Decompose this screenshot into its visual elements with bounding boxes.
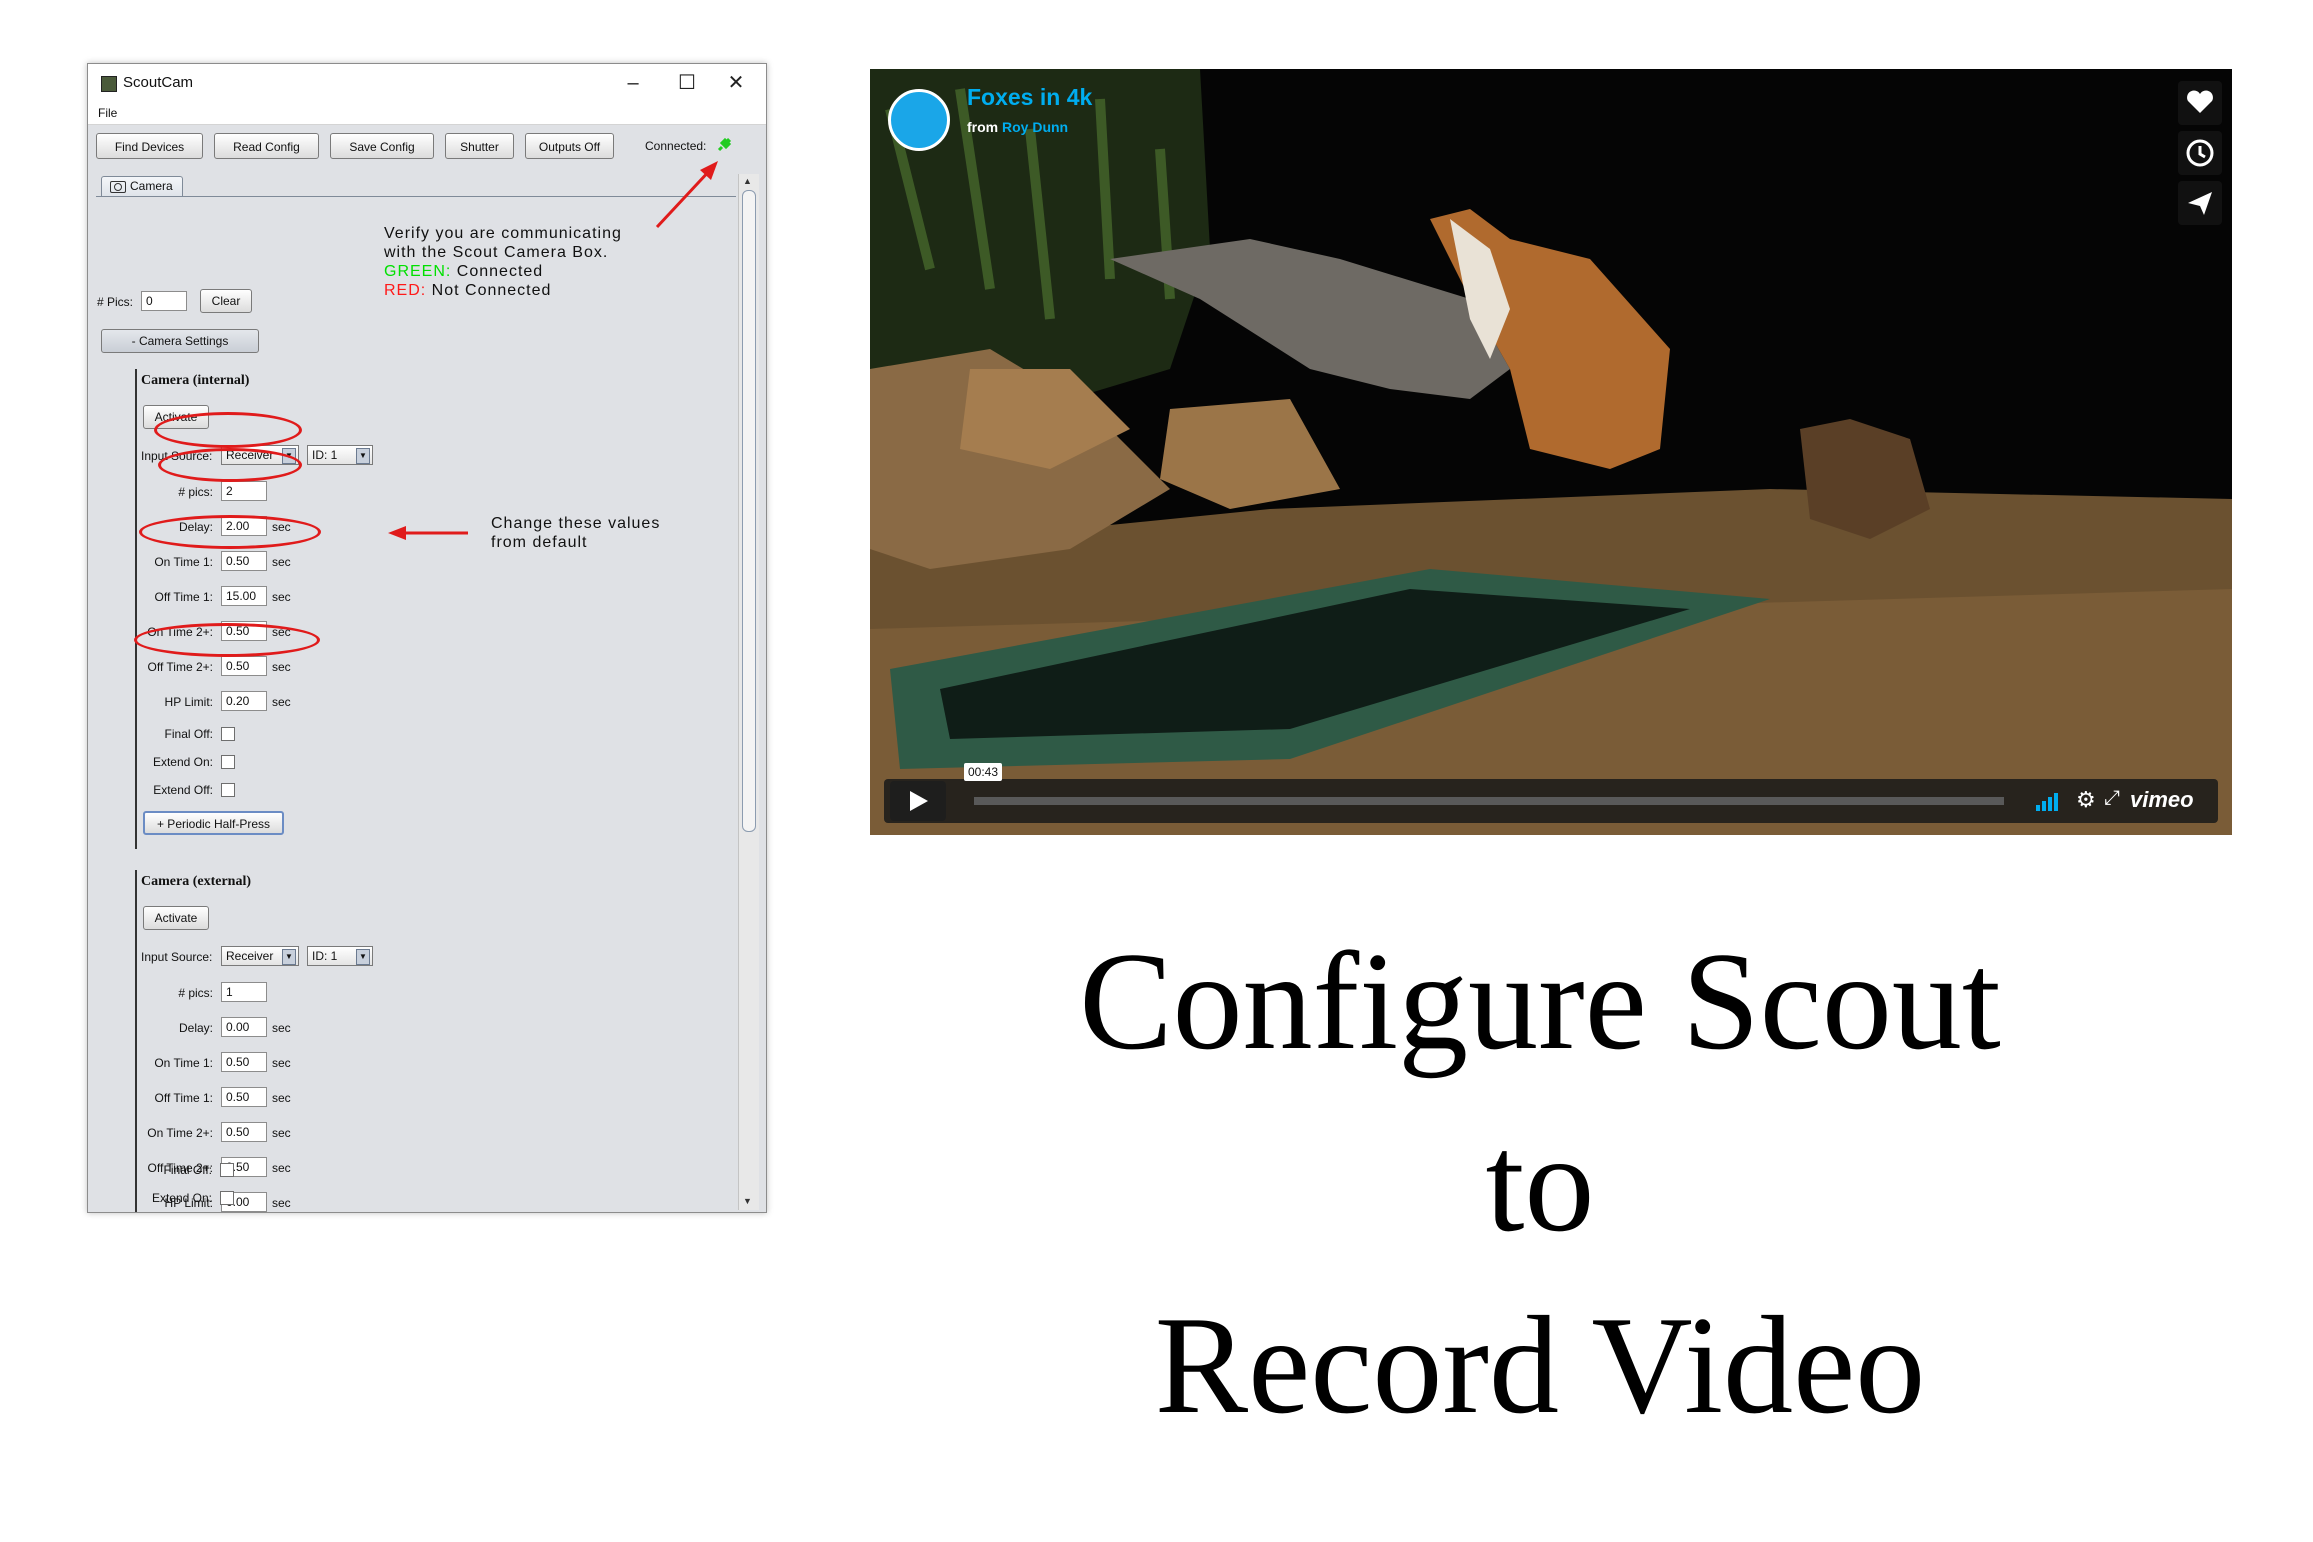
caption-line-3: Record Video	[1154, 1288, 1926, 1443]
avatar[interactable]	[888, 89, 950, 151]
verify-line-green: GREEN: Connected	[384, 262, 622, 281]
green-word: GREEN:	[384, 263, 452, 280]
time-indicator: 00:43	[964, 763, 1003, 781]
share-button[interactable]	[2178, 181, 2222, 225]
caption-line-1: Configure Scout	[1079, 924, 2001, 1079]
video-frame-image	[870, 69, 2232, 835]
green-rest: Connected	[451, 263, 544, 280]
fullscreen-icon[interactable]: ⤢	[2104, 787, 2120, 810]
send-icon	[2188, 192, 2212, 215]
verify-line-2: with the Scout Camera Box.	[384, 244, 609, 261]
settings-gear-icon[interactable]: ⚙	[2076, 787, 2096, 813]
verify-line-red: RED: Not Connected	[384, 281, 622, 300]
volume-icon[interactable]	[2034, 789, 2064, 813]
caption-line-2: to	[1485, 1106, 1595, 1261]
change-line-1: Change these values	[491, 515, 661, 532]
progress-track[interactable]	[974, 797, 2004, 805]
byline-prefix: from	[967, 119, 1002, 135]
video-title[interactable]: Foxes in 4k	[967, 84, 1092, 111]
vimeo-logo[interactable]: vimeo	[2130, 787, 2194, 813]
change-line-2: from default	[491, 534, 588, 551]
video-controls: 00:43 ⚙ ⤢ vimeo	[884, 763, 2218, 823]
heart-icon	[2187, 90, 2213, 113]
video-byline: from Roy Dunn	[967, 119, 1068, 135]
red-rest: Not Connected	[426, 282, 552, 299]
video-player[interactable]: Foxes in 4k from Roy Dunn 00:43 ⚙ ⤢ vime…	[870, 69, 2232, 835]
change-note: Change these values from default	[491, 514, 660, 552]
arrow-to-connected-icon	[655, 166, 714, 229]
verify-line-1: Verify you are communicating	[384, 225, 622, 242]
like-button[interactable]	[2178, 81, 2222, 125]
red-word: RED:	[384, 282, 427, 299]
arrow-head-icon	[388, 526, 406, 540]
verify-note: Verify you are communicating with the Sc…	[384, 224, 622, 300]
clock-icon	[2186, 139, 2214, 167]
video-author[interactable]: Roy Dunn	[1002, 119, 1068, 135]
play-button[interactable]	[890, 781, 946, 821]
play-icon	[910, 791, 928, 811]
watch-later-button[interactable]	[2178, 131, 2222, 175]
